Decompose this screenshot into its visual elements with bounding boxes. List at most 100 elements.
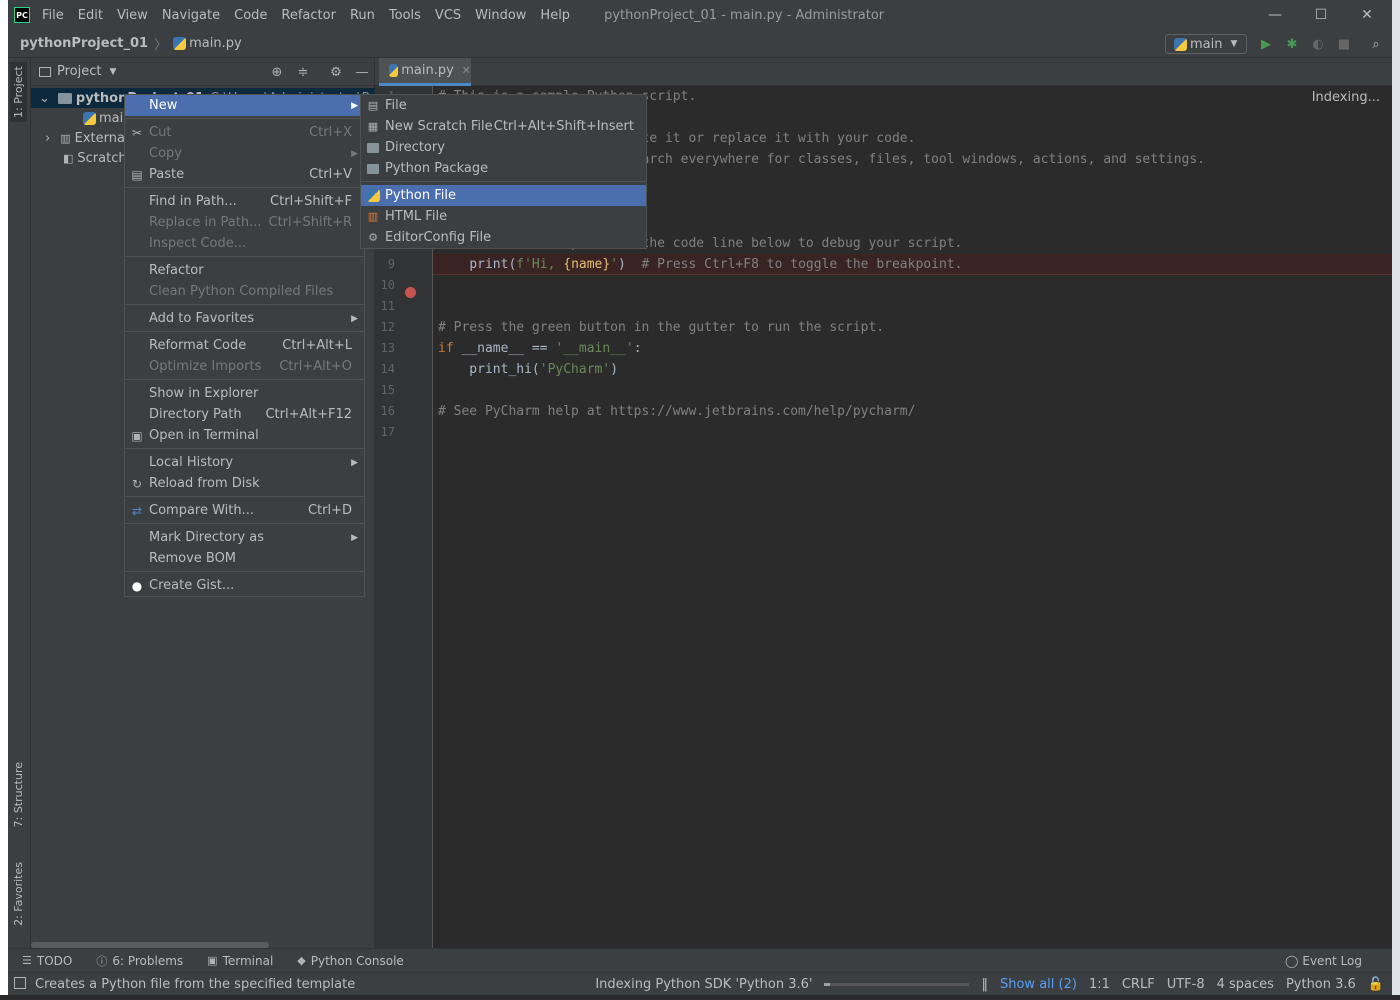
- menu-view[interactable]: View: [117, 8, 156, 23]
- run-icon[interactable]: ▶: [1258, 36, 1274, 52]
- menu-item-label: Refactor: [149, 263, 204, 278]
- tab-todo[interactable]: ☰ TODO: [22, 954, 72, 968]
- code-token-fstring: f'Hi,: [516, 257, 564, 272]
- python-interpreter[interactable]: Python 3.6: [1286, 977, 1356, 992]
- menu-item-paste[interactable]: ▤ Paste Ctrl+V: [125, 164, 364, 185]
- line-number: 14: [380, 362, 395, 376]
- menu-item-add-to-favorites[interactable]: Add to Favorites ▶: [125, 308, 364, 329]
- menu-item-new[interactable]: New ▶: [125, 95, 364, 116]
- menu-item-replace-in-path[interactable]: Replace in Path... Ctrl+Shift+R: [125, 212, 364, 233]
- stop-icon[interactable]: ■: [1336, 36, 1352, 52]
- submenu-item-file[interactable]: ▤ File: [361, 95, 646, 116]
- menu-item-compare-with[interactable]: ⇄ Compare With... Ctrl+D: [125, 500, 364, 521]
- file-encoding[interactable]: UTF-8: [1167, 977, 1205, 992]
- submenu-item-editorconfig-file[interactable]: ⚙ EditorConfig File: [361, 227, 646, 248]
- menu-item-local-history[interactable]: Local History ▶: [125, 452, 364, 473]
- submenu-item-html-file[interactable]: ▥ HTML File: [361, 206, 646, 227]
- menu-item-cut[interactable]: ✂ Cut Ctrl+X: [125, 122, 364, 143]
- minimize-button[interactable]: —: [1252, 0, 1298, 30]
- menu-shortcut: Ctrl+Shift+R: [268, 215, 353, 230]
- submenu-item-python-package[interactable]: Python Package: [361, 158, 646, 179]
- maximize-button[interactable]: ☐: [1298, 0, 1344, 30]
- show-all-link[interactable]: Show all (2): [1000, 977, 1077, 992]
- breadcrumb-file[interactable]: main.py: [189, 36, 242, 51]
- menu-item-copy[interactable]: Copy ▶: [125, 143, 364, 164]
- menu-vcs[interactable]: VCS: [435, 8, 469, 23]
- menu-file[interactable]: File: [42, 8, 72, 23]
- menu-item-create-gist[interactable]: ● Create Gist...: [125, 575, 364, 596]
- menu-item-open-in-terminal[interactable]: ▣ Open in Terminal: [125, 425, 364, 446]
- tool-tab-project[interactable]: 1: Project: [10, 62, 27, 122]
- tab-problems[interactable]: ⓘ 6: Problems: [96, 953, 183, 969]
- menu-separator: [361, 179, 646, 182]
- menu-refactor[interactable]: Refactor: [281, 8, 344, 23]
- submenu-item-python-file[interactable]: Python File: [361, 185, 646, 206]
- code-line-12: # Press the green button in the gutter t…: [438, 320, 885, 335]
- menu-item-clean-compiled[interactable]: Clean Python Compiled Files: [125, 281, 364, 302]
- debug-icon[interactable]: ✱: [1284, 36, 1300, 52]
- menu-code[interactable]: Code: [234, 8, 275, 23]
- menu-item-show-in-explorer[interactable]: Show in Explorer: [125, 383, 364, 404]
- menu-shortcut: Ctrl+Alt+F12: [265, 407, 352, 422]
- clipboard-icon: ▤: [131, 167, 143, 182]
- menu-window[interactable]: Window: [475, 8, 534, 23]
- breadcrumb-project[interactable]: pythonProject_01: [20, 36, 148, 51]
- search-icon[interactable]: ⌕: [1368, 36, 1384, 52]
- tab-terminal[interactable]: ▣ Terminal: [207, 954, 273, 968]
- chevron-down-icon: ▼: [1230, 39, 1238, 49]
- locate-icon[interactable]: ⊕: [269, 64, 285, 80]
- python-console-icon: ◆: [297, 954, 306, 967]
- html-file-icon: ▥: [367, 210, 379, 223]
- hide-panel-icon[interactable]: —: [354, 64, 370, 80]
- indent-setting[interactable]: 4 spaces: [1217, 977, 1274, 992]
- menu-separator: [125, 569, 364, 572]
- collapse-all-icon[interactable]: ≑: [295, 64, 311, 80]
- pause-icon[interactable]: ‖: [981, 977, 988, 992]
- tool-tab-structure[interactable]: 7: Structure: [10, 758, 27, 831]
- breakpoint-icon[interactable]: [405, 287, 416, 298]
- menu-edit[interactable]: Edit: [78, 8, 111, 23]
- code-token-paren: ): [618, 257, 642, 272]
- menu-item-remove-bom[interactable]: Remove BOM: [125, 548, 364, 569]
- menu-item-reformat-code[interactable]: Reformat Code Ctrl+Alt+L: [125, 335, 364, 356]
- code-line-9: print(f'Hi, {name}') # Press Ctrl+F8 to …: [438, 254, 962, 275]
- menu-item-mark-directory-as[interactable]: Mark Directory as ▶: [125, 527, 364, 548]
- window-title: pythonProject_01 - main.py - Administrat…: [604, 7, 885, 23]
- gear-icon[interactable]: ⚙: [328, 64, 344, 80]
- library-icon: ▥: [60, 131, 71, 145]
- project-context-menu: New ▶ ✂ Cut Ctrl+X Copy ▶ ▤ Paste Ctrl+V Find …: [124, 94, 365, 597]
- close-window-button[interactable]: ✕: [1344, 0, 1390, 30]
- menu-help[interactable]: Help: [540, 8, 578, 23]
- progress-fill: [824, 982, 831, 986]
- menu-item-optimize-imports[interactable]: Optimize Imports Ctrl+Alt+O: [125, 356, 364, 377]
- menu-item-inspect-code[interactable]: Inspect Code...: [125, 233, 364, 254]
- submenu-item-directory[interactable]: Directory: [361, 137, 646, 158]
- close-icon[interactable]: ✕: [462, 64, 471, 77]
- project-panel-header[interactable]: Project ▼: [31, 58, 374, 86]
- menu-separator: [125, 329, 364, 332]
- tool-tab-favorites[interactable]: 2: Favorites: [10, 858, 27, 930]
- line-separator[interactable]: CRLF: [1122, 977, 1155, 992]
- scratches-icon: ◧: [63, 151, 74, 165]
- tab-python-console[interactable]: ◆ Python Console: [297, 954, 404, 968]
- coverage-icon[interactable]: ◐: [1310, 36, 1326, 52]
- menu-run[interactable]: Run: [350, 8, 383, 23]
- run-config-label: main: [1190, 36, 1223, 52]
- menu-item-label: Local History: [149, 455, 234, 470]
- menu-item-refactor[interactable]: Refactor: [125, 260, 364, 281]
- caret-position[interactable]: 1:1: [1089, 977, 1110, 992]
- menu-item-directory-path[interactable]: Directory Path Ctrl+Alt+F12: [125, 404, 364, 425]
- submenu-item-new-scratch-file[interactable]: ▦ New Scratch File Ctrl+Alt+Shift+Insert: [361, 116, 646, 137]
- tab-event-log[interactable]: ◯ Event Log: [1285, 954, 1362, 968]
- toggle-tool-windows-icon[interactable]: [14, 977, 26, 989]
- line-number: 15: [380, 383, 395, 397]
- lock-icon[interactable]: 🔓: [1368, 977, 1384, 992]
- menu-tools[interactable]: Tools: [389, 8, 429, 23]
- tab-main-py[interactable]: main.py ✕: [379, 58, 471, 86]
- menu-item-find-in-path[interactable]: Find in Path... Ctrl+Shift+F: [125, 191, 364, 212]
- list-icon: ☰: [22, 954, 32, 967]
- code-token-colon: :: [633, 341, 642, 356]
- menu-navigate[interactable]: Navigate: [162, 8, 228, 23]
- menu-item-reload-from-disk[interactable]: ↻ Reload from Disk: [125, 473, 364, 494]
- run-configuration-select[interactable]: main ▼: [1165, 34, 1247, 54]
